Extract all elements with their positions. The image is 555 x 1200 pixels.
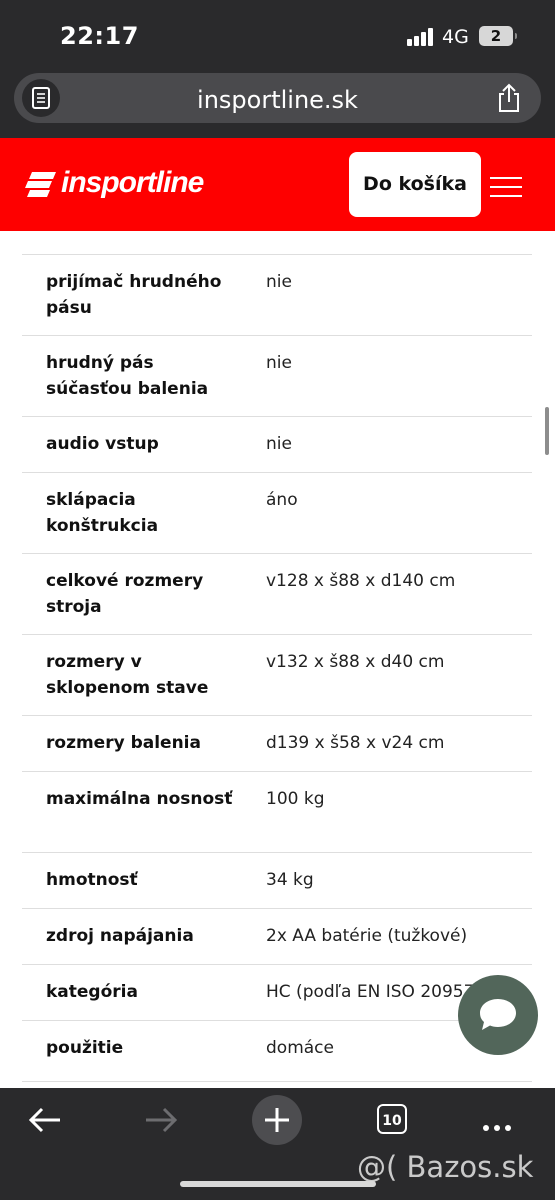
table-row: hmotnosť 34 kg — [22, 853, 532, 909]
spec-value: domáce — [266, 1038, 334, 1058]
spec-label: kategória — [46, 982, 138, 1002]
spec-label: celkové rozmery stroja — [46, 571, 204, 617]
table-row: zdroj napájania 2x AA batérie (tužkové) — [22, 909, 532, 965]
table-row: audio vstup nie — [22, 417, 532, 473]
hamburger-menu-icon[interactable] — [490, 177, 522, 197]
spec-label: prijímač hrudného pásu — [46, 272, 222, 318]
table-row: hrudný pás súčasťou balenia nie — [22, 336, 532, 417]
share-icon[interactable] — [497, 83, 521, 118]
home-indicator[interactable] — [180, 1181, 376, 1187]
spec-label: zdroj napájania — [46, 926, 194, 946]
spec-value: v128 x š88 x d140 cm — [266, 571, 456, 591]
spec-value: nie — [266, 272, 292, 292]
spec-value: v132 x š88 x d40 cm — [266, 652, 445, 672]
url-text[interactable]: insportline.sk — [14, 86, 541, 114]
status-time: 22:17 — [60, 22, 139, 50]
spec-value: d139 x š58 x v24 cm — [266, 733, 445, 753]
spec-value: áno — [266, 490, 298, 510]
table-row: kategória HC (podľa EN ISO 20957) — [22, 965, 532, 1021]
spec-label: audio vstup — [46, 434, 159, 454]
scrollbar[interactable] — [545, 407, 549, 455]
chat-button[interactable] — [458, 975, 538, 1055]
logo-text: insportline — [61, 166, 204, 199]
battery-icon: 2 — [479, 26, 517, 46]
more-dots-icon[interactable] — [483, 1118, 516, 1136]
spec-table: brzdu prijímač hrudného pásu nie hrudný … — [22, 231, 532, 1082]
plus-icon[interactable] — [252, 1095, 302, 1145]
network-type: 4G — [442, 26, 469, 48]
table-row: brzdu — [22, 231, 532, 255]
back-arrow-icon[interactable] — [28, 1106, 62, 1134]
chat-bubble-icon — [480, 999, 516, 1030]
spec-value: nie — [266, 434, 292, 454]
spec-label: hmotnosť — [46, 870, 138, 890]
spec-value: nie — [266, 353, 292, 373]
spec-value: 34 kg — [266, 870, 314, 890]
spec-value: 100 kg — [266, 789, 325, 809]
forward-arrow-icon[interactable] — [144, 1106, 178, 1134]
tabs-button[interactable]: 10 — [377, 1104, 407, 1134]
table-row: celkové rozmery stroja v128 x š88 x d140… — [22, 554, 532, 635]
spec-value: HC (podľa EN ISO 20957) — [266, 982, 482, 1002]
spec-value: 2x AA batérie (tužkové) — [266, 926, 468, 946]
table-row: maximálna nosnosť 100 kg — [22, 772, 532, 853]
spec-label: použitie — [46, 1038, 124, 1058]
status-bar: 22:17 4G 2 — [0, 0, 555, 70]
add-to-cart-button[interactable]: Do košíka — [349, 152, 481, 217]
watermark: @( Bazos.sk — [357, 1150, 534, 1184]
browser-address-area: insportline.sk — [0, 70, 555, 138]
table-row: rozmery balenia d139 x š58 x v24 cm — [22, 716, 532, 772]
spec-label: rozmery balenia — [46, 733, 201, 753]
table-row: prijímač hrudného pásu nie — [22, 255, 532, 336]
table-row: použitie domáce — [22, 1021, 532, 1082]
spec-label: rozmery v sklopenom stave — [46, 652, 209, 698]
site-header: insportline Do košíka — [0, 138, 555, 231]
address-bar[interactable]: insportline.sk — [14, 73, 541, 123]
page-content: brzdu prijímač hrudného pásu nie hrudný … — [0, 231, 555, 1088]
table-row: rozmery v sklopenom stave v132 x š88 x d… — [22, 635, 532, 716]
spec-label: sklápacia konštrukcia — [46, 490, 159, 536]
table-row: sklápacia konštrukcia áno — [22, 473, 532, 554]
signal-icon — [407, 28, 435, 46]
spec-label: hrudný pás súčasťou balenia — [46, 353, 209, 399]
spec-label: maximálna nosnosť — [46, 789, 233, 809]
logo-mark-icon — [25, 172, 56, 197]
